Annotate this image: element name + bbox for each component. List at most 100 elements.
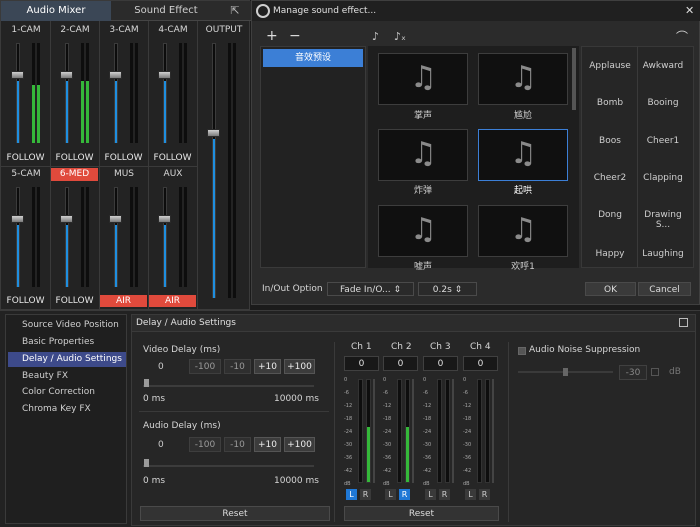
headphones-icon[interactable]: ⌒ — [676, 28, 688, 45]
sound-tile[interactable]: ♫ — [378, 129, 468, 181]
follow-button[interactable]: FOLLOW — [2, 295, 49, 307]
tab-sound-effect[interactable]: Sound Effect — [111, 1, 221, 21]
menu-item[interactable]: Basic Properties — [8, 335, 126, 350]
effect-item[interactable]: Applause — [583, 61, 637, 71]
follow-button[interactable]: FOLLOW — [51, 295, 98, 307]
effect-item[interactable]: Drawing S... — [636, 210, 690, 230]
reset-button[interactable]: Reset — [140, 506, 330, 521]
level-meter — [130, 43, 133, 143]
divider — [139, 411, 329, 412]
fader-handle[interactable] — [158, 215, 171, 223]
channel-label: Ch 3 — [430, 342, 451, 352]
fader-handle[interactable] — [60, 71, 73, 79]
ok-button[interactable]: OK — [585, 282, 636, 296]
effect-item[interactable]: Happy — [583, 249, 637, 259]
video-delay-slider[interactable] — [143, 385, 314, 387]
noise-slider-handle[interactable] — [563, 368, 568, 376]
plus-10-button[interactable]: +10 — [254, 437, 281, 452]
settings-menu: Source Video Position Basic Properties D… — [5, 314, 127, 524]
music-note-icon[interactable]: ♪ — [372, 30, 379, 43]
air-button[interactable]: AIR — [149, 295, 196, 307]
tab-audio-mixer[interactable]: Audio Mixer — [1, 1, 111, 21]
right-channel-toggle[interactable]: R — [439, 489, 450, 500]
plus-10-button[interactable]: +10 — [254, 359, 281, 374]
left-channel-toggle[interactable]: L — [346, 489, 357, 500]
fader-handle[interactable] — [109, 215, 122, 223]
noise-value-input[interactable]: -30 — [619, 365, 647, 380]
menu-item[interactable]: Color Correction — [8, 385, 126, 400]
sound-tile[interactable]: ♫ — [378, 205, 468, 257]
left-channel-toggle[interactable]: L — [465, 489, 476, 500]
effect-item[interactable]: Boos — [583, 136, 637, 146]
output-label: OUTPUT — [205, 25, 243, 35]
channel-value-input[interactable]: 0 — [463, 356, 498, 371]
plus-100-button[interactable]: +100 — [284, 437, 315, 452]
noise-suppression-checkbox[interactable] — [518, 347, 526, 355]
air-button[interactable]: AIR — [100, 295, 147, 307]
menu-item[interactable]: Chroma Key FX — [8, 402, 126, 417]
right-channel-toggle[interactable]: R — [399, 489, 410, 500]
right-channel-toggle[interactable]: R — [360, 489, 371, 500]
category-item[interactable]: 音效预设 — [263, 49, 363, 67]
level-meter — [86, 187, 89, 287]
scrollbar[interactable] — [572, 48, 576, 110]
plus-100-button[interactable]: +100 — [284, 359, 315, 374]
close-icon[interactable]: ✕ — [685, 4, 694, 17]
channel-label: Ch 2 — [391, 342, 412, 352]
menu-item[interactable]: Beauty FX — [8, 369, 126, 384]
left-channel-toggle[interactable]: L — [385, 489, 396, 500]
fader-handle[interactable] — [60, 215, 73, 223]
sound-tile[interactable]: ♫ — [478, 53, 568, 105]
undock-icon[interactable] — [679, 318, 688, 327]
left-channel-toggle[interactable]: L — [425, 489, 436, 500]
video-delay-slider-handle[interactable] — [144, 379, 149, 387]
sound-tile[interactable]: ♫ — [478, 205, 568, 257]
menu-item[interactable]: Source Video Position — [8, 318, 126, 333]
minus-100-button[interactable]: -100 — [189, 437, 221, 452]
fader-handle[interactable] — [109, 71, 122, 79]
audio-delay-slider-handle[interactable] — [144, 459, 149, 467]
effect-item[interactable]: Booing — [636, 98, 690, 108]
follow-button[interactable]: FOLLOW — [51, 152, 98, 164]
minus-100-button[interactable]: -100 — [189, 359, 221, 374]
follow-button[interactable]: FOLLOW — [100, 152, 147, 164]
music-note-icon: ♫ — [410, 60, 437, 95]
inout-option-select[interactable]: Fade In/O... ⇕ — [327, 282, 414, 296]
inout-option-label: In/Out Option — [262, 284, 323, 294]
effect-item[interactable]: Dong — [583, 210, 637, 220]
cancel-button[interactable]: Cancel — [638, 282, 691, 296]
output-fader-handle[interactable] — [207, 129, 220, 137]
minus-10-button[interactable]: -10 — [224, 359, 251, 374]
right-channel-toggle[interactable]: R — [479, 489, 490, 500]
fader-handle[interactable] — [11, 71, 24, 79]
fader-handle[interactable] — [11, 215, 24, 223]
menu-item-selected[interactable]: Delay / Audio Settings — [8, 352, 126, 367]
effect-item[interactable]: Bomb — [583, 98, 637, 108]
audio-delay-slider[interactable] — [143, 465, 314, 467]
level-meter — [37, 187, 40, 287]
channel-value-input[interactable]: 0 — [344, 356, 379, 371]
spinner-icon[interactable] — [651, 368, 659, 376]
fader-level — [115, 225, 117, 287]
divider — [637, 46, 638, 268]
sound-tile-selected[interactable]: ♫ — [478, 129, 568, 181]
add-category-button[interactable]: + — [266, 28, 278, 44]
effect-item[interactable]: Clapping — [636, 173, 690, 183]
follow-button[interactable]: FOLLOW — [149, 152, 196, 164]
remove-category-button[interactable]: − — [289, 28, 301, 44]
channel-value-input[interactable]: 0 — [383, 356, 418, 371]
undock-icon[interactable]: ⇱ — [229, 5, 241, 17]
effect-item[interactable]: Cheer1 — [636, 136, 690, 146]
effect-item[interactable]: Awkward — [636, 61, 690, 71]
effect-item[interactable]: Laughing — [636, 249, 690, 259]
follow-button[interactable]: FOLLOW — [2, 152, 49, 164]
fader-handle[interactable] — [158, 71, 171, 79]
reset-channels-button[interactable]: Reset — [344, 506, 499, 521]
minus-10-button[interactable]: -10 — [224, 437, 251, 452]
updown-icon: ⇕ — [454, 285, 463, 295]
channel-value-input[interactable]: 0 — [423, 356, 458, 371]
music-note-remove-icon[interactable]: ♪ₓ — [394, 30, 406, 43]
effect-item[interactable]: Cheer2 — [583, 173, 637, 183]
sound-tile[interactable]: ♫ — [378, 53, 468, 105]
duration-spinner[interactable]: 0.2s ⇕ — [418, 282, 477, 296]
